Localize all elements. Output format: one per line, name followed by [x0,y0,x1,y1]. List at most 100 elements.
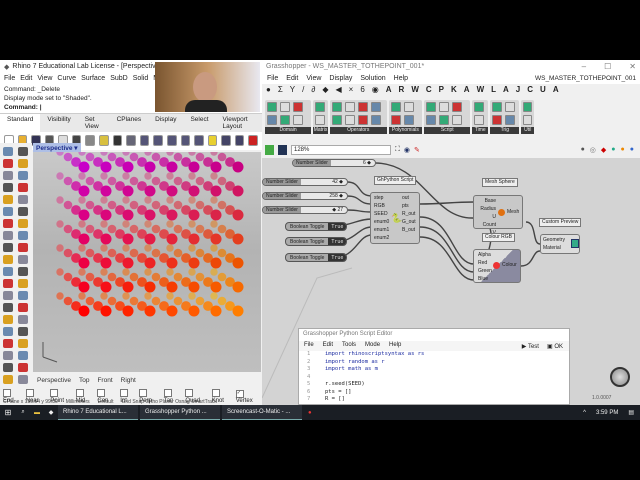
number-slider[interactable]: Number Slider ◆ 27 [262,206,348,214]
menu-item[interactable]: Curve [57,75,76,82]
toolbar-tab[interactable]: Standard [0,114,41,132]
zoom-extents-icon[interactable]: ⛶ [395,146,400,154]
tool-icon[interactable] [17,147,28,156]
toolbar-icon[interactable] [234,135,245,146]
rhino-taskbar-icon[interactable]: ◆ [44,409,58,416]
viewport-title-tab[interactable]: Perspective ▾ [33,143,81,152]
tool-icon[interactable] [17,159,28,168]
menu-item[interactable]: Tools [342,342,356,350]
toolbar-icon[interactable] [126,135,136,146]
category-tab[interactable]: R [399,85,405,97]
record-icon[interactable]: ● [308,410,312,416]
component-icon[interactable] [331,102,342,112]
component-icon[interactable] [474,115,485,125]
toolbar-icon[interactable] [221,135,231,146]
component-icon[interactable] [331,115,342,125]
component-icon[interactable] [452,102,463,112]
toolbar-icon[interactable] [248,135,258,146]
component-icon[interactable] [492,115,503,125]
tool-icon[interactable] [3,267,13,276]
custom-preview-component[interactable]: Geometry Material [540,234,580,254]
toolbar-icon[interactable] [194,135,204,146]
tool-icon[interactable] [3,255,13,264]
number-slider[interactable]: Number Slider 42 ◆ [262,178,348,186]
toolbar-icon[interactable] [207,135,218,146]
mesh-sphere-component[interactable]: BaseRadiusU CountV Count Mesh [473,195,523,244]
tool-icon[interactable] [17,231,28,240]
maximize-button[interactable]: ☐ [604,62,611,71]
viewport-tab[interactable]: Right [121,377,136,385]
tool-icon[interactable] [3,351,13,360]
component-icon[interactable] [267,115,277,125]
osnap-knot[interactable]: Knot [212,389,231,404]
component-icon[interactable] [439,115,450,125]
toolbar-icon[interactable] [166,135,177,146]
component-icon[interactable] [439,102,450,112]
boolean-toggle[interactable]: Boolean Toggle True [285,253,348,262]
component-icon[interactable] [390,115,401,125]
material-preview-icon[interactable]: ● [621,146,625,154]
tool-icon[interactable] [3,315,13,324]
boolean-toggle[interactable]: Boolean Toggle True [285,237,348,246]
tool-icon[interactable] [17,351,28,360]
toolbar-tab[interactable]: CPlanes [110,114,149,132]
toolbar-tab[interactable]: Visibility [40,114,77,132]
tool-icon[interactable] [17,255,28,264]
component-icon[interactable] [357,115,368,125]
toolbar-icon[interactable] [180,135,191,146]
file-explorer-icon[interactable]: ▬ [30,410,44,416]
component-icon[interactable] [403,102,414,112]
tool-icon[interactable] [3,303,13,312]
tool-icon[interactable] [17,291,28,300]
number-slider[interactable]: Number Slider 6 ◆ [292,159,376,167]
tool-icon[interactable] [3,363,13,372]
menu-item[interactable]: Mode [365,342,380,350]
tool-icon[interactable] [3,243,13,252]
toolbar-icon[interactable] [153,135,163,146]
tool-icon[interactable] [17,339,28,348]
preview-selected-icon[interactable]: ◆ [601,146,606,154]
toolbar-icon[interactable] [99,135,109,146]
component-icon[interactable] [505,102,516,112]
taskbar-item[interactable]: Rhino 7 Educational L... [58,405,138,420]
tool-icon[interactable] [3,183,13,192]
tool-icon[interactable] [3,171,13,180]
toolbar-tab[interactable]: Select [183,114,215,132]
test-button[interactable]: ▶ Test [522,343,539,350]
tool-icon[interactable] [3,147,13,156]
category-icon[interactable]: Y [290,85,295,97]
category-tab[interactable]: U [540,85,546,97]
category-tab[interactable]: W [477,85,485,97]
category-icon[interactable]: Σ [278,85,283,97]
tool-icon[interactable] [3,159,13,168]
osnap-point[interactable]: Point [50,389,70,404]
menu-item[interactable]: File [267,75,278,82]
tool-icon[interactable] [17,207,28,216]
component-icon[interactable] [523,115,533,125]
menu-item[interactable]: Solid [133,75,149,82]
toolbar-tab[interactable]: Set View [78,114,110,132]
wire-display-icon[interactable]: ◎ [590,146,596,154]
tool-icon[interactable] [3,279,13,288]
preview-settings-icon[interactable]: ● [630,146,634,154]
tool-icon[interactable] [17,363,28,372]
osnap-near[interactable]: Near [26,389,46,404]
toolbar-tab[interactable]: Display [148,114,183,132]
notifications-icon[interactable]: ▤ [628,409,634,416]
category-tab[interactable]: J [516,85,520,97]
category-tab[interactable]: P [439,85,444,97]
search-icon[interactable]: ⌕ [16,409,30,416]
minimize-button[interactable]: – [582,62,586,71]
component-icon[interactable] [370,102,381,112]
tool-icon[interactable] [17,279,28,288]
code-editor[interactable]: 1 import rhinoscriptsyntax as rs 2 import r… [299,351,569,404]
menu-item[interactable]: File [4,75,15,82]
tray-chevron-icon[interactable]: ^ [583,410,586,416]
component-icon[interactable] [293,115,303,125]
osnap-int[interactable]: Int [120,389,134,404]
component-icon[interactable] [474,102,485,112]
component-icon[interactable] [523,102,533,112]
tool-icon[interactable] [17,243,28,252]
preview-eye-icon[interactable]: ◉ [404,146,410,154]
osnap-quad[interactable]: Quad [185,389,206,404]
